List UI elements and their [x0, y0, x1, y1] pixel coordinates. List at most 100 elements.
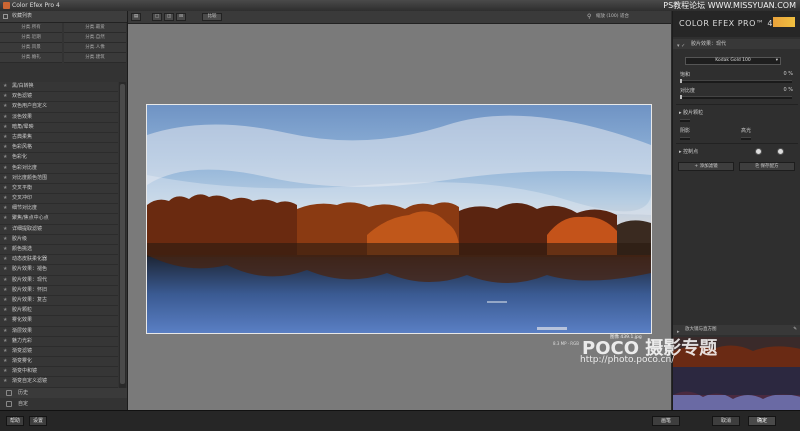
filter-list-item[interactable]: ★ 色彩化 — [0, 153, 118, 164]
control-point-add-icon[interactable] — [755, 148, 762, 155]
slider-handle[interactable] — [680, 79, 682, 83]
slider-handle[interactable] — [680, 95, 682, 99]
filter-list-item[interactable]: ★ 渐变滤镜 — [0, 346, 118, 358]
favorite-star-icon[interactable]: ★ — [3, 327, 7, 336]
scrollbar-thumb[interactable] — [120, 84, 125, 384]
cancel-button[interactable]: 取消 — [712, 416, 740, 426]
highlights-slider[interactable] — [741, 137, 751, 140]
favorite-star-icon[interactable]: ★ — [3, 296, 7, 305]
saturation-slider[interactable] — [680, 79, 792, 83]
favorite-star-icon[interactable]: ★ — [3, 194, 7, 203]
favorite-star-icon[interactable]: ★ — [3, 255, 7, 264]
filter-list-item[interactable]: ★ 淡色效果 — [0, 112, 118, 123]
filter-list-item[interactable]: ★ 胶片效果：现代 — [0, 275, 118, 286]
filter-list-item[interactable]: ★ 胶片效果：褪色 — [0, 265, 118, 276]
favorite-star-icon[interactable]: ★ — [3, 153, 7, 162]
filter-list-item[interactable]: ★ 交叉冲印 — [0, 194, 118, 205]
favorite-star-icon[interactable]: ★ — [3, 357, 7, 366]
history-item[interactable]: 历史 — [0, 388, 127, 398]
single-view-button[interactable]: □ — [152, 13, 162, 21]
filter-list-item[interactable]: ★ 聚焦/焦点中心点 — [0, 214, 118, 225]
favorite-star-icon[interactable]: ★ — [3, 164, 7, 173]
filter-list-item[interactable]: ★ 渐层效果 — [0, 326, 118, 337]
category-cell[interactable]: 分类.风景 — [0, 43, 62, 53]
control-point-remove-icon[interactable] — [777, 148, 784, 155]
filter-list-item[interactable]: ★ 胶片效果：怀旧 — [0, 285, 118, 296]
favorite-star-icon[interactable]: ★ — [3, 225, 7, 234]
settings-button[interactable]: 设置 — [29, 416, 47, 426]
brush-button[interactable]: 画笔 — [652, 416, 680, 426]
category-cell[interactable]: 分类.建筑 — [64, 53, 126, 63]
preview-photo[interactable] — [147, 105, 651, 333]
split-view-button[interactable]: ◫ — [164, 13, 174, 21]
filter-list-item[interactable]: ★ 双色用户自定义 — [0, 102, 118, 113]
favorite-star-icon[interactable]: ★ — [3, 347, 7, 356]
favorite-star-icon[interactable]: ★ — [3, 286, 7, 295]
filter-list-item[interactable]: ★ 渐变雾化 — [0, 357, 118, 368]
filter-list-item[interactable]: ★ 动态皮肤柔化器 — [0, 255, 118, 266]
custom-item[interactable]: 自定 — [0, 399, 127, 409]
favorite-star-icon[interactable]: ★ — [3, 82, 7, 91]
filter-list-item[interactable]: ★ 胶片级 — [0, 234, 118, 245]
favorite-star-icon[interactable]: ★ — [3, 316, 7, 325]
filter-list-item[interactable]: ★ 魅力光彩 — [0, 336, 118, 347]
favorite-star-icon[interactable]: ★ — [3, 235, 7, 244]
zoom-control[interactable]: ⚲ 缩放 (100) 适合 — [587, 13, 665, 21]
side-by-side-button[interactable]: ⊟ — [176, 13, 186, 21]
category-cell[interactable]: 分类.所有 — [0, 23, 62, 33]
favorite-star-icon[interactable]: ★ — [3, 113, 7, 122]
filter-list-item[interactable]: ★ 渐变自定义滤镜 — [0, 377, 118, 388]
favorite-star-icon[interactable]: ★ — [3, 123, 7, 132]
category-cell[interactable]: 分类.近期 — [0, 33, 62, 43]
fine-tune-header[interactable]: ▸ 胶片颗粒 — [679, 109, 703, 116]
filter-list-item[interactable]: ★ 暗角/晕映 — [0, 122, 118, 133]
category-cell[interactable]: 分类.最爱 — [64, 23, 126, 33]
filter-list-item[interactable]: ★ 色彩风格 — [0, 143, 118, 154]
ok-button[interactable]: 确定 — [748, 416, 776, 426]
filter-list-item[interactable]: ★ 胶片效果：复古 — [0, 295, 118, 307]
favorite-star-icon[interactable]: ★ — [3, 214, 7, 223]
pin-icon[interactable]: ✎ — [793, 325, 797, 335]
filter-list-item[interactable]: ★ 对比度颜色范围 — [0, 173, 118, 184]
filter-list-item[interactable]: ★ 色彩对比度 — [0, 163, 118, 174]
favorite-star-icon[interactable]: ★ — [3, 184, 7, 193]
filter-list-item[interactable]: ★ 雾化效果 — [0, 316, 118, 327]
favorite-star-icon[interactable]: ★ — [3, 143, 7, 152]
filter-list-item[interactable]: ★ 双色滤镜 — [0, 92, 118, 103]
help-button[interactable]: 帮助 — [6, 416, 24, 426]
filter-list-item[interactable]: ★ 胶片颗粒 — [0, 306, 118, 317]
favorite-star-icon[interactable]: ★ — [3, 337, 7, 346]
filter-list-item[interactable]: ★ 交叉平衡 — [0, 183, 118, 195]
film-type-select[interactable]: Kodak Gold 100 ▾ — [685, 57, 781, 65]
favorite-star-icon[interactable]: ★ — [3, 245, 7, 254]
filter-list-item[interactable]: ★ 古典柔焦 — [0, 132, 118, 144]
filter-list-item[interactable]: ★ 详细提取滤镜 — [0, 224, 118, 235]
filter-section-header[interactable]: ▾ ✓ 胶片效果：现代 — [673, 39, 800, 49]
favorite-star-icon[interactable]: ★ — [3, 367, 7, 376]
compare-button[interactable]: 比较 — [202, 13, 222, 21]
contrast-slider[interactable] — [680, 95, 792, 99]
favorite-star-icon[interactable]: ★ — [3, 204, 7, 213]
add-filter-button[interactable]: + 添加滤镜 — [678, 162, 734, 171]
category-cell[interactable]: 分类.自然 — [64, 33, 126, 43]
favorite-star-icon[interactable]: ★ — [3, 265, 7, 274]
save-preset-button[interactable]: ⎘ 保存配方 — [739, 162, 795, 171]
favorite-star-icon[interactable]: ★ — [3, 276, 7, 285]
favorite-star-icon[interactable]: ★ — [3, 92, 7, 101]
favorite-star-icon[interactable]: ★ — [3, 306, 7, 315]
grain-mini-slider[interactable] — [680, 119, 690, 122]
filter-list-scrollbar[interactable] — [119, 82, 126, 395]
filter-list-item[interactable]: ★ 黑/白转换 — [0, 82, 118, 93]
favorite-star-icon[interactable]: ★ — [3, 377, 7, 386]
favorite-star-icon[interactable]: ★ — [3, 133, 7, 142]
filter-list-item[interactable]: ★ 颜色挑选 — [0, 245, 118, 256]
favorites-header[interactable]: 收藏列表 — [0, 11, 127, 23]
favorite-star-icon[interactable]: ★ — [3, 102, 7, 111]
category-cell[interactable]: 分类.人像 — [64, 43, 126, 53]
filter-list-item[interactable]: ★ 细节对比度 — [0, 204, 118, 215]
filter-list-item[interactable]: ★ 渐变中和镜 — [0, 367, 118, 378]
panel-toggle-button[interactable]: ▤ — [131, 13, 141, 21]
control-points-header[interactable]: ▸ 控制点 — [679, 148, 698, 155]
category-cell[interactable]: 分类.婚礼 — [0, 53, 62, 63]
shadows-slider[interactable] — [680, 137, 690, 140]
